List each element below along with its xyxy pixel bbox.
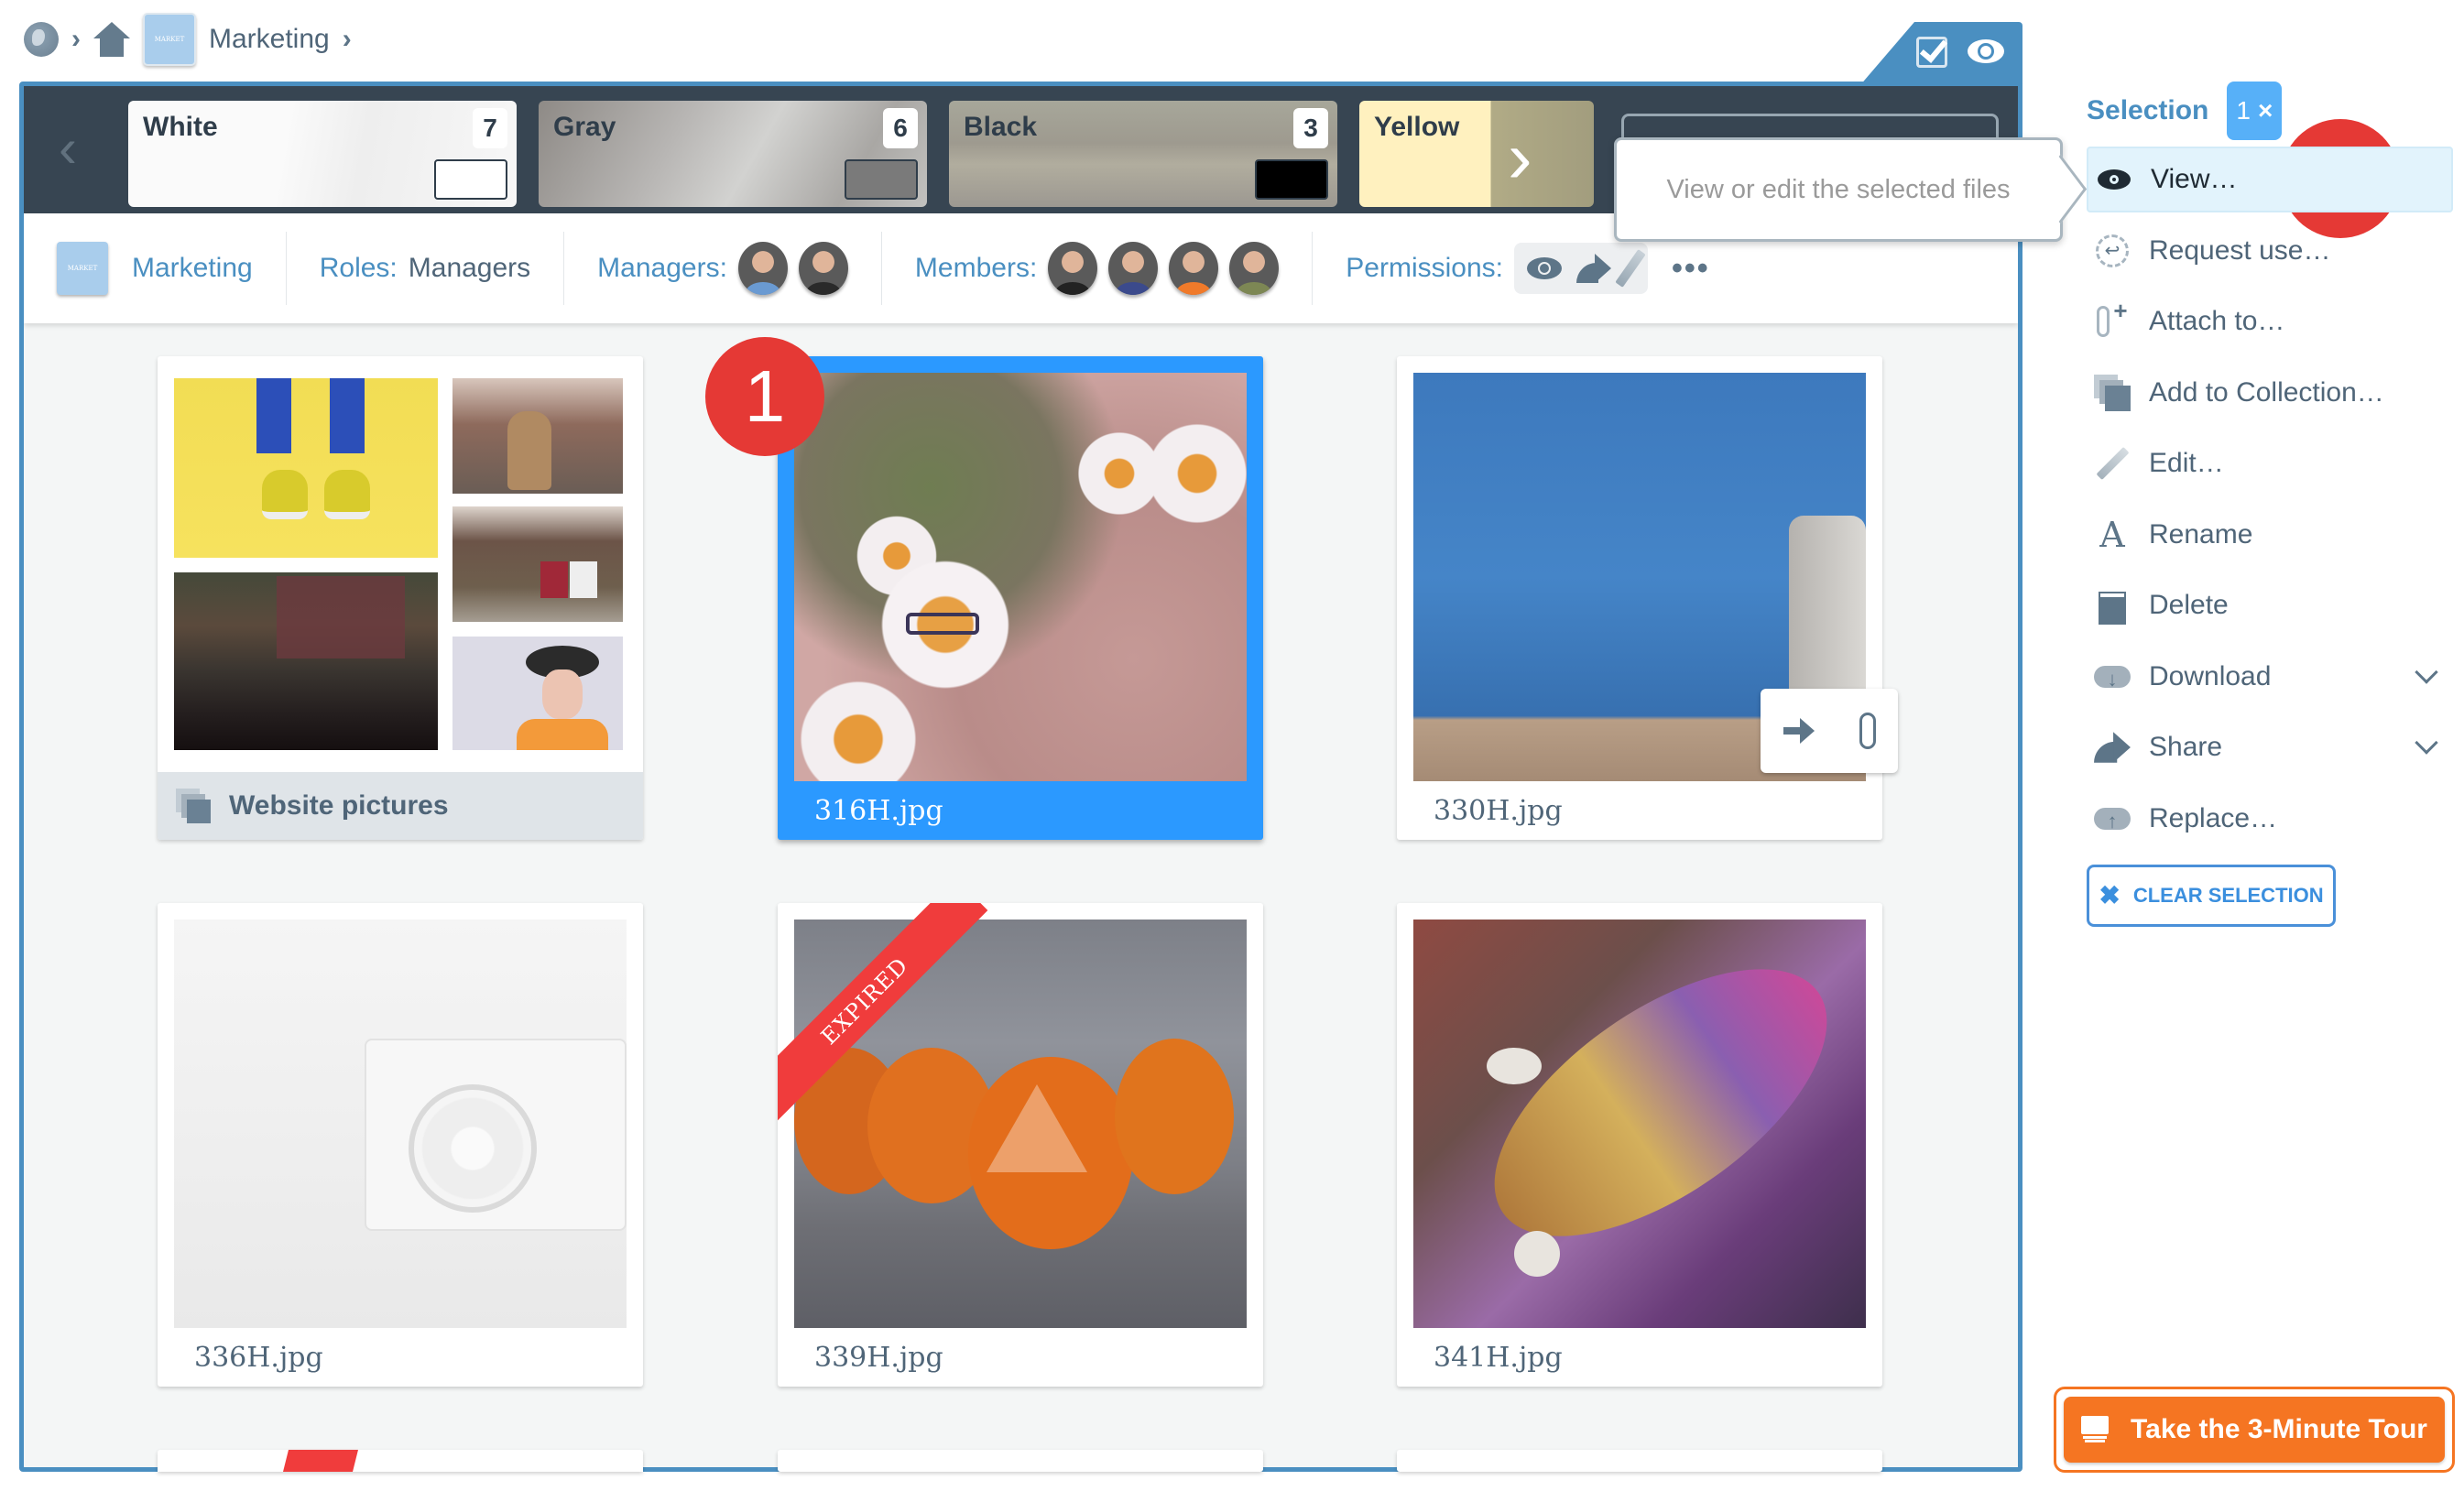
- menu-item-share[interactable]: Share: [2087, 714, 2453, 780]
- selection-count-badge[interactable]: 1 ×: [2227, 82, 2283, 140]
- group-name[interactable]: MARKET Marketing: [24, 232, 287, 305]
- eye-icon: [2096, 161, 2132, 198]
- collection-title: Website pictures: [229, 790, 449, 821]
- asset-tile[interactable]: [158, 1450, 643, 1472]
- menu-item-attach[interactable]: + Attach to…: [2087, 288, 2453, 354]
- avatar[interactable]: [1169, 242, 1219, 295]
- avatar[interactable]: [737, 242, 788, 295]
- filter-black[interactable]: Black 3: [949, 101, 1337, 207]
- filter-yellow[interactable]: Yellow: [1359, 101, 1594, 207]
- asset-tile[interactable]: [778, 1450, 1263, 1472]
- selection-header: Selection 1 ×: [2087, 81, 2453, 141]
- filter-white[interactable]: White 7: [128, 101, 517, 207]
- close-icon: ✖: [2099, 881, 2121, 909]
- collection-tile[interactable]: Website pictures: [158, 356, 643, 840]
- asset-tile[interactable]: [1397, 1450, 1882, 1472]
- color-swatch: [434, 159, 507, 200]
- avatar[interactable]: [1048, 242, 1098, 295]
- asset-tile[interactable]: 341H.jpg: [1397, 903, 1882, 1387]
- count-badge: 7: [473, 108, 507, 148]
- members: Members:: [882, 232, 1314, 305]
- permissions: Permissions: •••: [1313, 232, 1742, 305]
- menu-item-delete[interactable]: Delete: [2087, 572, 2453, 638]
- menu-item-rename[interactable]: A Rename: [2087, 502, 2453, 568]
- pencil-icon: [2094, 445, 2131, 482]
- step-1-marker: 1: [705, 337, 824, 456]
- breadcrumb-marketing[interactable]: Marketing: [209, 24, 330, 55]
- breadcrumb: › MARKET Marketing ›: [24, 13, 352, 66]
- take-tour-button[interactable]: Take the 3-Minute Tour: [2064, 1397, 2445, 1463]
- replace-icon: ↑: [2094, 800, 2131, 837]
- asset-filename: 341H.jpg: [1434, 1342, 1563, 1374]
- color-swatch: [845, 159, 918, 200]
- expired-ribbon: [283, 1450, 358, 1472]
- presentation-icon: [2081, 1416, 2110, 1443]
- download-icon: ↓: [2094, 658, 2131, 695]
- asset-filename: 330H.jpg: [1434, 795, 1563, 827]
- group-thumbnail[interactable]: MARKET: [143, 13, 196, 66]
- edit-permission-icon: [1615, 249, 1646, 288]
- avatar[interactable]: [1229, 242, 1280, 295]
- filter-gray[interactable]: Gray 6: [539, 101, 927, 207]
- asset-filename: 339H.jpg: [814, 1342, 943, 1374]
- asset-tile[interactable]: 336H.jpg: [158, 903, 643, 1387]
- tooltip: View or edit the selected files: [1614, 137, 2063, 242]
- share-arrow-icon[interactable]: [1783, 718, 1815, 744]
- collection-footer: Website pictures: [158, 772, 643, 840]
- chevron-down-icon[interactable]: [2415, 659, 2438, 684]
- tour-button-wrapper: Take the 3-Minute Tour: [2054, 1387, 2455, 1473]
- globe-icon[interactable]: [24, 22, 59, 57]
- count-badge: 6: [883, 108, 918, 148]
- attach-icon: +: [2094, 299, 2131, 340]
- home-icon[interactable]: [93, 22, 130, 57]
- trash-icon: [2094, 587, 2131, 625]
- clear-selection-button[interactable]: ✖ CLEAR SELECTION: [2087, 864, 2336, 927]
- chevron-right-icon: ›: [71, 24, 81, 54]
- managers: Managers:: [564, 232, 882, 305]
- color-swatch: [1255, 159, 1328, 200]
- asset-thumbnail: [794, 373, 1247, 781]
- count-badge: 3: [1293, 108, 1328, 148]
- permission-icons[interactable]: [1514, 243, 1648, 294]
- request-icon: ↩: [2094, 233, 2131, 269]
- more-icon[interactable]: •••: [1672, 251, 1710, 287]
- collection-icon: [176, 789, 213, 823]
- tile-quick-actions: [1761, 689, 1898, 773]
- collection-icon: [2094, 374, 2131, 411]
- view-permission-icon: [1527, 257, 1562, 279]
- asset-filename: 316H.jpg: [814, 795, 943, 827]
- menu-item-download[interactable]: ↓ Download: [2087, 644, 2453, 710]
- roles[interactable]: Roles: Managers: [287, 232, 565, 305]
- selection-sidebar: Selection 1 × View… ↩ Request use… + Att…: [2087, 81, 2453, 927]
- collection-collage: [174, 378, 627, 750]
- asset-tile-selected[interactable]: 316H.jpg: [778, 356, 1263, 840]
- menu-item-request-use[interactable]: ↩ Request use…: [2087, 218, 2453, 284]
- group-thumbnail: MARKET: [57, 242, 108, 295]
- avatar[interactable]: [1108, 242, 1159, 295]
- selection-actions-menu: View… ↩ Request use… + Attach to… Add to…: [2087, 147, 2453, 852]
- paperclip-icon[interactable]: [1859, 713, 1876, 749]
- asset-thumbnail: [1413, 920, 1866, 1328]
- rename-icon: A: [2099, 514, 2125, 555]
- menu-item-edit[interactable]: Edit…: [2087, 430, 2453, 496]
- asset-filename: 336H.jpg: [194, 1342, 323, 1374]
- avatar[interactable]: [798, 242, 848, 295]
- menu-item-view[interactable]: View…: [2087, 147, 2453, 212]
- close-icon[interactable]: ×: [2258, 96, 2273, 125]
- share-icon: [2094, 729, 2131, 766]
- menu-item-replace[interactable]: ↑ Replace…: [2087, 786, 2453, 852]
- share-permission-icon: [1576, 254, 1611, 283]
- menu-item-add-to-collection[interactable]: Add to Collection…: [2087, 360, 2453, 426]
- select-mode-icon[interactable]: [1916, 37, 1947, 68]
- chevron-left-icon[interactable]: ‹: [59, 121, 95, 176]
- chevron-down-icon[interactable]: [2415, 731, 2438, 755]
- chevron-right-icon[interactable]: ›: [1508, 121, 1532, 194]
- asset-thumbnail: [174, 920, 627, 1328]
- eye-icon[interactable]: [1968, 39, 2004, 63]
- chevron-right-icon: ›: [342, 24, 352, 54]
- asset-tile[interactable]: EXPIRED 339H.jpg: [778, 903, 1263, 1387]
